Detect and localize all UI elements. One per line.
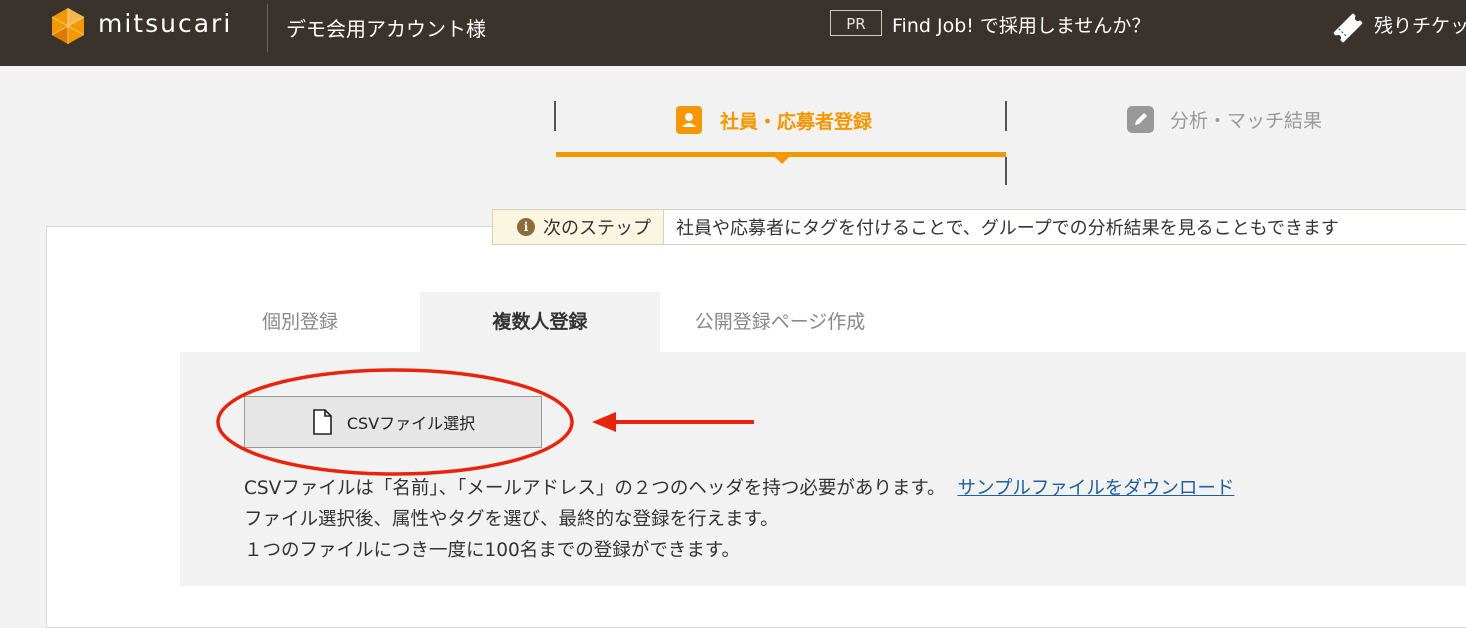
csv-header-requirement: CSVファイルは「名前」、「メールアドレス」の２つのヘッダを持つ必要があります。	[244, 478, 946, 499]
csv-description-line-1: CSVファイルは「名前」、「メールアドレス」の２つのヘッダを持つ必要があります。…	[244, 474, 1234, 500]
header-divider	[267, 4, 268, 52]
sample-file-download-link[interactable]: サンプルファイルをダウンロード	[957, 478, 1234, 499]
notice-label-box: i 次のステップ	[493, 210, 664, 244]
logo-text[interactable]: mitsucari	[98, 9, 232, 38]
pr-badge: PR	[830, 10, 882, 36]
step-analysis-results[interactable]: 分析・マッチ結果	[1127, 106, 1322, 133]
top-header: mitsucari デモ会用アカウント様 PR Find Job! で採用しませ…	[0, 0, 1466, 66]
step-separator	[554, 101, 556, 131]
account-name[interactable]: デモ会用アカウント様	[286, 13, 486, 42]
next-step-notice: i 次のステップ 社員や応募者にタグを付けることで、グループでの分析結果を見るこ…	[492, 209, 1466, 245]
notice-label: 次のステップ	[543, 218, 651, 239]
tab-public-registration-page[interactable]: 公開登録ページ作成	[660, 292, 900, 352]
annotation-arrow	[592, 412, 754, 432]
step-employee-registration[interactable]: 社員・応募者登録	[676, 106, 872, 134]
info-icon: i	[517, 218, 535, 236]
annotation-ellipse	[216, 368, 574, 476]
notice-text: 社員や応募者にタグを付けることで、グループでの分析結果を見ることもできます	[676, 218, 1339, 239]
ticket-icon	[1333, 13, 1363, 43]
tab-individual-registration[interactable]: 個別登録	[180, 292, 420, 352]
step-separator	[1005, 101, 1007, 131]
csv-description-line-3: １つのファイルにつき一度に100名までの登録ができます。	[244, 540, 740, 561]
contact-book-icon	[676, 106, 702, 134]
remaining-tickets[interactable]: 残りチケット	[1374, 11, 1466, 38]
active-step-caret	[775, 157, 789, 164]
step-separator	[1005, 157, 1007, 185]
step-inactive-label: 分析・マッチ結果	[1170, 110, 1323, 132]
logo-icon[interactable]	[48, 6, 88, 46]
step-active-label: 社員・応募者登録	[720, 110, 873, 133]
tab-bulk-registration[interactable]: 複数人登録	[420, 292, 660, 352]
pencil-icon	[1127, 106, 1154, 133]
pr-link[interactable]: Find Job! で採用しませんか？	[892, 11, 1150, 38]
csv-description-line-2: ファイル選択後、属性やタグを選び、最終的な登録を行えます。	[244, 509, 779, 530]
